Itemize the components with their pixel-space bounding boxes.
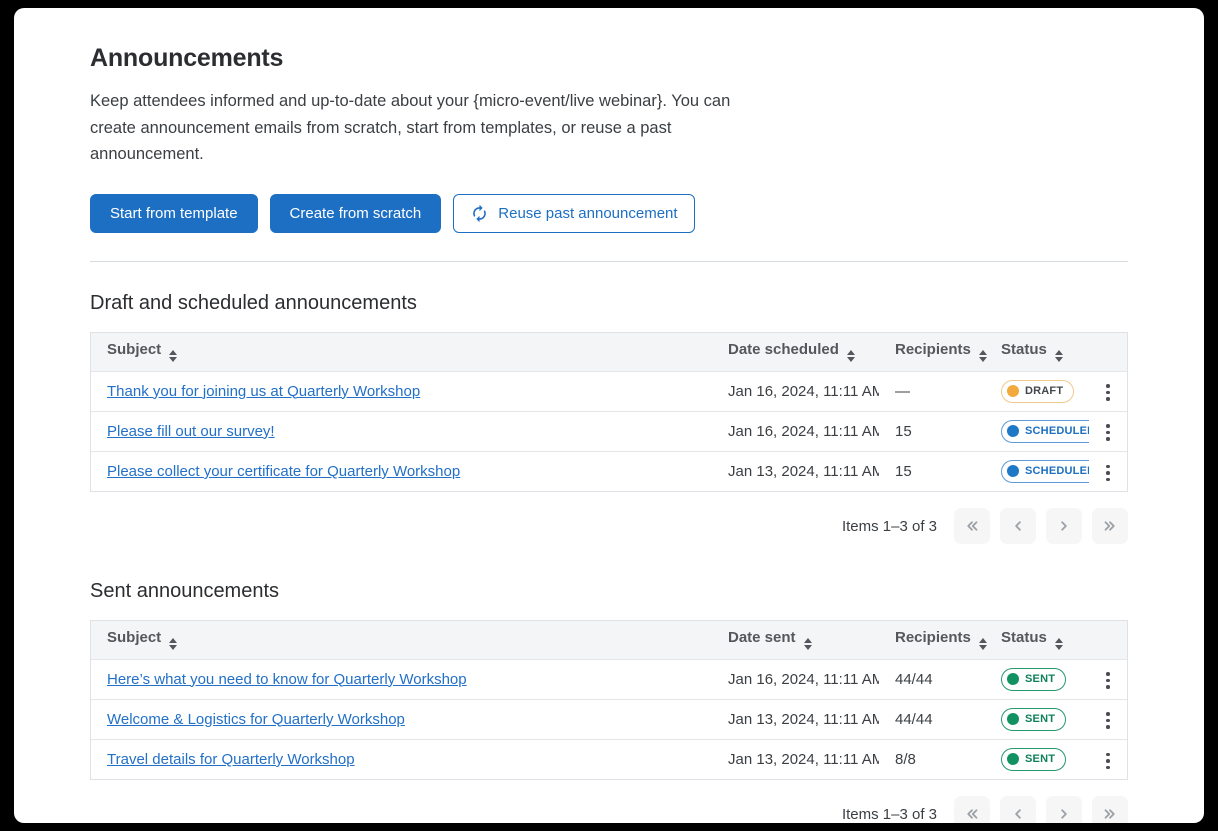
table-row: Thank you for joining us at Quarterly Wo… xyxy=(91,371,1127,411)
date-scheduled-cell: Jan 16, 2024, 11:11 AM xyxy=(712,371,879,411)
double-chevron-right-icon xyxy=(1101,805,1119,823)
column-header-recipients[interactable]: Recipients xyxy=(879,621,985,659)
column-header-actions xyxy=(1089,621,1127,659)
announcement-actions-toolbar: Start from template Create from scratch … xyxy=(90,194,1128,233)
recipients-cell: 15 xyxy=(879,411,985,451)
sort-arrows-icon[interactable] xyxy=(847,350,855,362)
table-header-row: Subject Date sent Recipients Status xyxy=(91,621,1127,659)
recipients-cell: 44/44 xyxy=(879,699,985,739)
draft-pagination: Items 1–3 of 3 xyxy=(90,508,1128,544)
column-header-recipients[interactable]: Recipients xyxy=(879,333,985,371)
status-badge: DRAFT xyxy=(1001,380,1074,403)
chevron-left-icon xyxy=(1009,517,1027,535)
column-header-date-sent[interactable]: Date sent xyxy=(712,621,879,659)
double-chevron-right-icon xyxy=(1101,517,1119,535)
page-description: Keep attendees informed and up-to-date a… xyxy=(90,88,758,168)
announcement-subject-link[interactable]: Travel details for Quarterly Workshop xyxy=(107,751,355,768)
start-from-template-button[interactable]: Start from template xyxy=(90,194,258,233)
table-row: Travel details for Quarterly Workshop Ja… xyxy=(91,739,1127,779)
sent-section-heading: Sent announcements xyxy=(90,580,1128,603)
announcement-subject-link[interactable]: Thank you for joining us at Quarterly Wo… xyxy=(107,383,420,400)
items-count-label: Items 1–3 of 3 xyxy=(842,518,937,535)
column-header-status[interactable]: Status xyxy=(985,621,1089,659)
sort-arrows-icon[interactable] xyxy=(1055,638,1063,650)
status-badge: SENT xyxy=(1001,748,1066,771)
table-header-row: Subject Date scheduled Recipients Status xyxy=(91,333,1127,371)
next-page-button[interactable] xyxy=(1046,508,1082,544)
sort-arrows-icon[interactable] xyxy=(169,638,177,650)
table-row: Please fill out our survey! Jan 16, 2024… xyxy=(91,411,1127,451)
reuse-past-announcement-button[interactable]: Reuse past announcement xyxy=(453,194,694,233)
sort-arrows-icon[interactable] xyxy=(169,350,177,362)
last-page-button[interactable] xyxy=(1092,796,1128,823)
table-row: Please collect your certificate for Quar… xyxy=(91,451,1127,491)
kebab-menu-icon[interactable] xyxy=(1093,746,1123,776)
double-chevron-left-icon xyxy=(963,517,981,535)
status-dot-icon xyxy=(1007,425,1019,437)
double-chevron-left-icon xyxy=(963,805,981,823)
announcement-subject-link[interactable]: Welcome & Logistics for Quarterly Worksh… xyxy=(107,711,405,728)
date-scheduled-cell: Jan 16, 2024, 11:11 AM xyxy=(712,411,879,451)
column-header-actions xyxy=(1089,333,1127,371)
sort-arrows-icon[interactable] xyxy=(979,350,987,362)
status-badge: SENT xyxy=(1001,708,1066,731)
announcement-subject-link[interactable]: Please fill out our survey! xyxy=(107,423,275,440)
sent-pagination: Items 1–3 of 3 xyxy=(90,796,1128,823)
draft-announcements-table: Subject Date scheduled Recipients Status… xyxy=(90,332,1128,492)
recipients-cell: 15 xyxy=(879,451,985,491)
kebab-menu-icon[interactable] xyxy=(1093,378,1123,408)
last-page-button[interactable] xyxy=(1092,508,1128,544)
kebab-menu-icon[interactable] xyxy=(1093,418,1123,448)
draft-section-heading: Draft and scheduled announcements xyxy=(90,292,1128,315)
sent-announcements-table: Subject Date sent Recipients Status Here… xyxy=(90,620,1128,780)
first-page-button[interactable] xyxy=(954,508,990,544)
announcement-subject-link[interactable]: Here’s what you need to know for Quarter… xyxy=(107,671,467,688)
status-badge: SCHEDULED xyxy=(1001,460,1089,483)
status-dot-icon xyxy=(1007,713,1019,725)
recycle-icon xyxy=(470,204,489,223)
date-sent-cell: Jan 16, 2024, 11:11 AM xyxy=(712,659,879,699)
section-divider xyxy=(90,261,1128,262)
status-dot-icon xyxy=(1007,673,1019,685)
status-dot-icon xyxy=(1007,465,1019,477)
sort-arrows-icon[interactable] xyxy=(1055,350,1063,362)
first-page-button[interactable] xyxy=(954,796,990,823)
chevron-right-icon xyxy=(1055,805,1073,823)
sort-arrows-icon[interactable] xyxy=(804,638,812,650)
previous-page-button[interactable] xyxy=(1000,508,1036,544)
table-row: Here’s what you need to know for Quarter… xyxy=(91,659,1127,699)
recipients-cell: — xyxy=(879,371,985,411)
recipients-cell: 8/8 xyxy=(879,739,985,779)
status-dot-icon xyxy=(1007,753,1019,765)
date-scheduled-cell: Jan 13, 2024, 11:11 AM xyxy=(712,451,879,491)
announcements-panel: Announcements Keep attendees informed an… xyxy=(14,8,1204,823)
column-header-subject[interactable]: Subject xyxy=(91,621,712,659)
kebab-menu-icon[interactable] xyxy=(1093,706,1123,736)
chevron-right-icon xyxy=(1055,517,1073,535)
create-from-scratch-button[interactable]: Create from scratch xyxy=(270,194,442,233)
previous-page-button[interactable] xyxy=(1000,796,1036,823)
table-row: Welcome & Logistics for Quarterly Worksh… xyxy=(91,699,1127,739)
page-title: Announcements xyxy=(90,44,1128,73)
status-badge: SCHEDULED xyxy=(1001,420,1089,443)
column-header-date-scheduled[interactable]: Date scheduled xyxy=(712,333,879,371)
screen: Announcements Keep attendees informed an… xyxy=(0,0,1218,831)
kebab-menu-icon[interactable] xyxy=(1093,458,1123,488)
date-sent-cell: Jan 13, 2024, 11:11 AM xyxy=(712,739,879,779)
column-header-status[interactable]: Status xyxy=(985,333,1089,371)
chevron-left-icon xyxy=(1009,805,1027,823)
reuse-button-label: Reuse past announcement xyxy=(498,205,677,222)
status-dot-icon xyxy=(1007,385,1019,397)
column-header-subject[interactable]: Subject xyxy=(91,333,712,371)
status-badge: SENT xyxy=(1001,668,1066,691)
kebab-menu-icon[interactable] xyxy=(1093,666,1123,696)
sort-arrows-icon[interactable] xyxy=(979,638,987,650)
announcement-subject-link[interactable]: Please collect your certificate for Quar… xyxy=(107,463,460,480)
date-sent-cell: Jan 13, 2024, 11:11 AM xyxy=(712,699,879,739)
items-count-label: Items 1–3 of 3 xyxy=(842,806,937,823)
recipients-cell: 44/44 xyxy=(879,659,985,699)
next-page-button[interactable] xyxy=(1046,796,1082,823)
